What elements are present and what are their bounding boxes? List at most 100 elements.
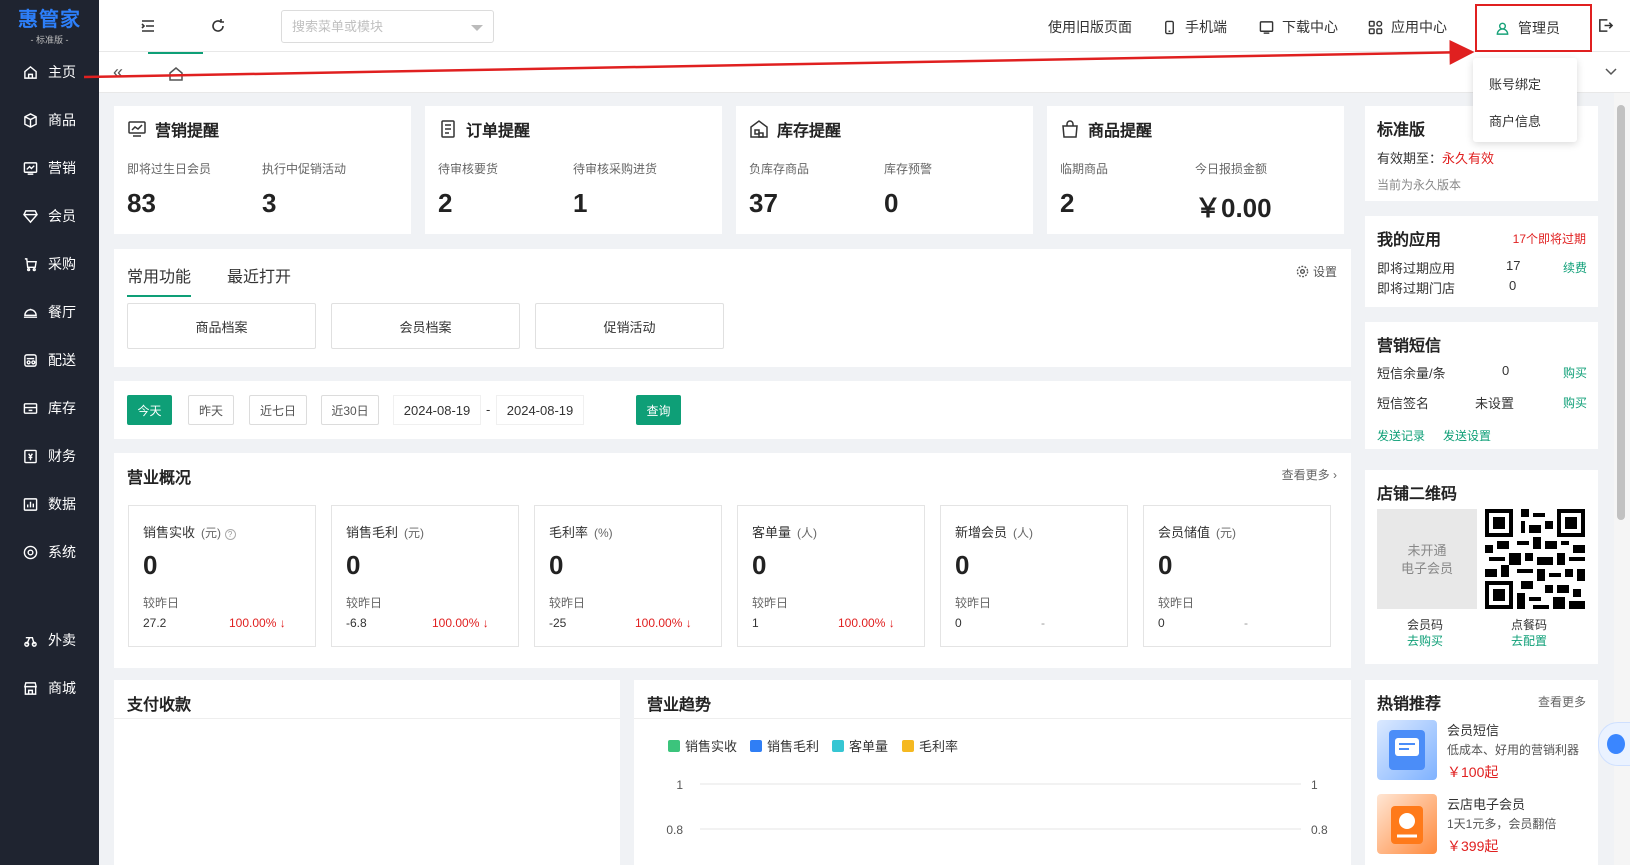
assistant-float-button[interactable] (1598, 722, 1630, 766)
help-icon[interactable]: ? (224, 529, 236, 540)
alert-value[interactable]: 0 (884, 188, 898, 219)
sidebar-item-label: 商城 (48, 680, 76, 696)
alert-value[interactable]: 2 (1060, 188, 1074, 219)
metric-change-pct: - (1041, 616, 1045, 630)
chevron-down-icon[interactable] (471, 25, 483, 31)
sidebar-item-takeout[interactable]: 外卖 (0, 616, 99, 664)
metric-label: 新增会员 (人) (955, 525, 1034, 540)
product-name[interactable]: 会员短信 (1447, 720, 1499, 739)
filter-yesterday-button[interactable]: 昨天 (188, 395, 234, 425)
qr-placeholder-line: 电子会员 (1400, 561, 1453, 576)
sidebar-item-label: 商品 (48, 112, 76, 128)
apps-row-value: 0 (1509, 278, 1517, 293)
sidebar-item-mall[interactable]: 商城 (0, 664, 99, 712)
buy-member-code-link[interactable]: 去购买 (1407, 632, 1443, 649)
start-date-input[interactable]: 2024-08-19 (393, 395, 481, 425)
old-version-link[interactable]: 使用旧版页面 (1048, 17, 1132, 37)
metric-change-pct: 100.00% ↓ (838, 616, 895, 630)
member-product-image[interactable] (1377, 794, 1437, 854)
promotion-button[interactable]: 促销活动 (535, 303, 724, 349)
menu-search-select[interactable] (281, 10, 494, 43)
hot-view-more-link[interactable]: 查看更多 (1538, 693, 1586, 710)
sms-product-image[interactable] (1377, 720, 1437, 780)
metric-change-pct: - (1244, 616, 1248, 630)
sidebar-item-label: 会员 (48, 208, 76, 224)
refresh-icon[interactable] (209, 17, 227, 35)
alert-value[interactable]: 83 (127, 188, 156, 219)
sidebar-item-restaurant[interactable]: 餐厅 (0, 288, 99, 336)
send-settings-link[interactable]: 发送设置 (1443, 427, 1491, 444)
sidebar-item-products[interactable]: 商品 (0, 96, 99, 144)
dropdown-item-merchant-info[interactable]: 商户信息 (1473, 103, 1577, 140)
sidebar-item-home[interactable]: 主页 (0, 48, 99, 96)
dropdown-item-account-binding[interactable]: 账号绑定 (1473, 66, 1577, 103)
apps-row-value: 17 (1506, 258, 1521, 273)
alert-title: 商品提醒 (1060, 117, 1152, 141)
legend-item-gross-profit[interactable]: 销售毛利 (750, 736, 819, 755)
filter-7days-button[interactable]: 近七日 (249, 395, 307, 425)
metric-card-member-deposit[interactable]: 会员储值 (元) 0 较昨日 0 - (1143, 505, 1331, 647)
logo[interactable]: 惠管家 - 标准版 - (0, 0, 99, 48)
legend-item-orders[interactable]: 客单量 (832, 736, 888, 755)
filter-30days-button[interactable]: 近30日 (321, 395, 379, 425)
sidebar-item-label: 采购 (48, 256, 76, 272)
metric-card-orders[interactable]: 客单量 (人) 0 较昨日 1 100.00% ↓ (737, 505, 925, 647)
alert-value[interactable]: 3 (262, 188, 276, 219)
buy-signature-link[interactable]: 购买 (1563, 394, 1587, 411)
mobile-link[interactable]: 手机端 (1162, 17, 1227, 37)
collapse-tabs-icon[interactable]: « (113, 62, 123, 83)
product-archive-button[interactable]: 商品档案 (127, 303, 316, 349)
metric-card-sales[interactable]: 销售实收 (元) ? 0 较昨日 27.2 100.00% ↓ (128, 505, 316, 647)
sidebar-item-system[interactable]: 系统 (0, 528, 99, 576)
sidebar-item-delivery[interactable]: 配送 (0, 336, 99, 384)
chevron-down-icon[interactable] (1604, 64, 1618, 81)
member-archive-button[interactable]: 会员档案 (331, 303, 520, 349)
view-more-link[interactable]: 查看更多 › (1282, 466, 1337, 483)
filter-today-button[interactable]: 今天 (127, 395, 172, 425)
alert-value[interactable]: ￥0.00 (1195, 188, 1272, 225)
sidebar-item-inventory[interactable]: 库存 (0, 384, 99, 432)
menu-toggle-icon[interactable] (139, 17, 157, 35)
expiring-badge[interactable]: 17个即将过期 (1513, 230, 1586, 247)
tab-common-functions[interactable]: 常用功能 (127, 263, 192, 297)
app-center-link[interactable]: 应用中心 (1368, 17, 1447, 37)
mobile-label: 手机端 (1185, 19, 1227, 35)
brand-name: 惠管家 (18, 8, 81, 31)
tab-home[interactable] (148, 52, 203, 93)
metric-card-new-members[interactable]: 新增会员 (人) 0 较昨日 0 - (940, 505, 1128, 647)
y-tick-label: 1 (676, 778, 683, 792)
sidebar-item-finance[interactable]: 财务 (0, 432, 99, 480)
alert-title: 库存提醒 (749, 117, 841, 141)
scrollbar-thumb[interactable] (1617, 105, 1625, 520)
configure-order-code-link[interactable]: 去配置 (1511, 632, 1547, 649)
sidebar-item-data[interactable]: 数据 (0, 480, 99, 528)
alert-value[interactable]: 37 (749, 188, 778, 219)
metric-value: 0 (549, 550, 564, 580)
renew-link[interactable]: 续费 (1563, 259, 1587, 276)
metric-card-gross-profit[interactable]: 销售毛利 (元) 0 较昨日 -6.8 100.00% ↓ (331, 505, 519, 647)
metric-value: 0 (752, 550, 767, 580)
alert-label: 临期商品 (1060, 162, 1109, 176)
send-records-link[interactable]: 发送记录 (1377, 427, 1425, 444)
legend-item-margin[interactable]: 毛利率 (902, 736, 958, 755)
settings-button[interactable]: 设置 (1296, 263, 1337, 280)
search-input[interactable] (282, 11, 462, 42)
query-button[interactable]: 查询 (636, 395, 681, 425)
legend-swatch (902, 739, 914, 752)
sidebar-item-members[interactable]: 会员 (0, 192, 99, 240)
legend-item-sales[interactable]: 销售实收 (668, 736, 737, 755)
admin-user-menu[interactable]: 管理员 (1475, 4, 1592, 52)
download-center-link[interactable]: 下载中心 (1259, 17, 1338, 37)
alert-value[interactable]: 2 (438, 188, 452, 219)
logout-icon[interactable] (1597, 17, 1614, 37)
end-date-input[interactable]: 2024-08-19 (496, 395, 584, 425)
product-name[interactable]: 云店电子会员 (1447, 794, 1525, 813)
box-icon (22, 112, 38, 128)
metric-label: 客单量 (人) (752, 525, 818, 540)
buy-sms-link[interactable]: 购买 (1563, 364, 1587, 381)
sidebar-item-marketing[interactable]: 营销 (0, 144, 99, 192)
alert-value[interactable]: 1 (573, 188, 587, 219)
tab-recently-opened[interactable]: 最近打开 (227, 263, 291, 287)
metric-card-margin[interactable]: 毛利率 (%) 0 较昨日 -25 100.00% ↓ (534, 505, 722, 647)
sidebar-item-purchase[interactable]: 采购 (0, 240, 99, 288)
